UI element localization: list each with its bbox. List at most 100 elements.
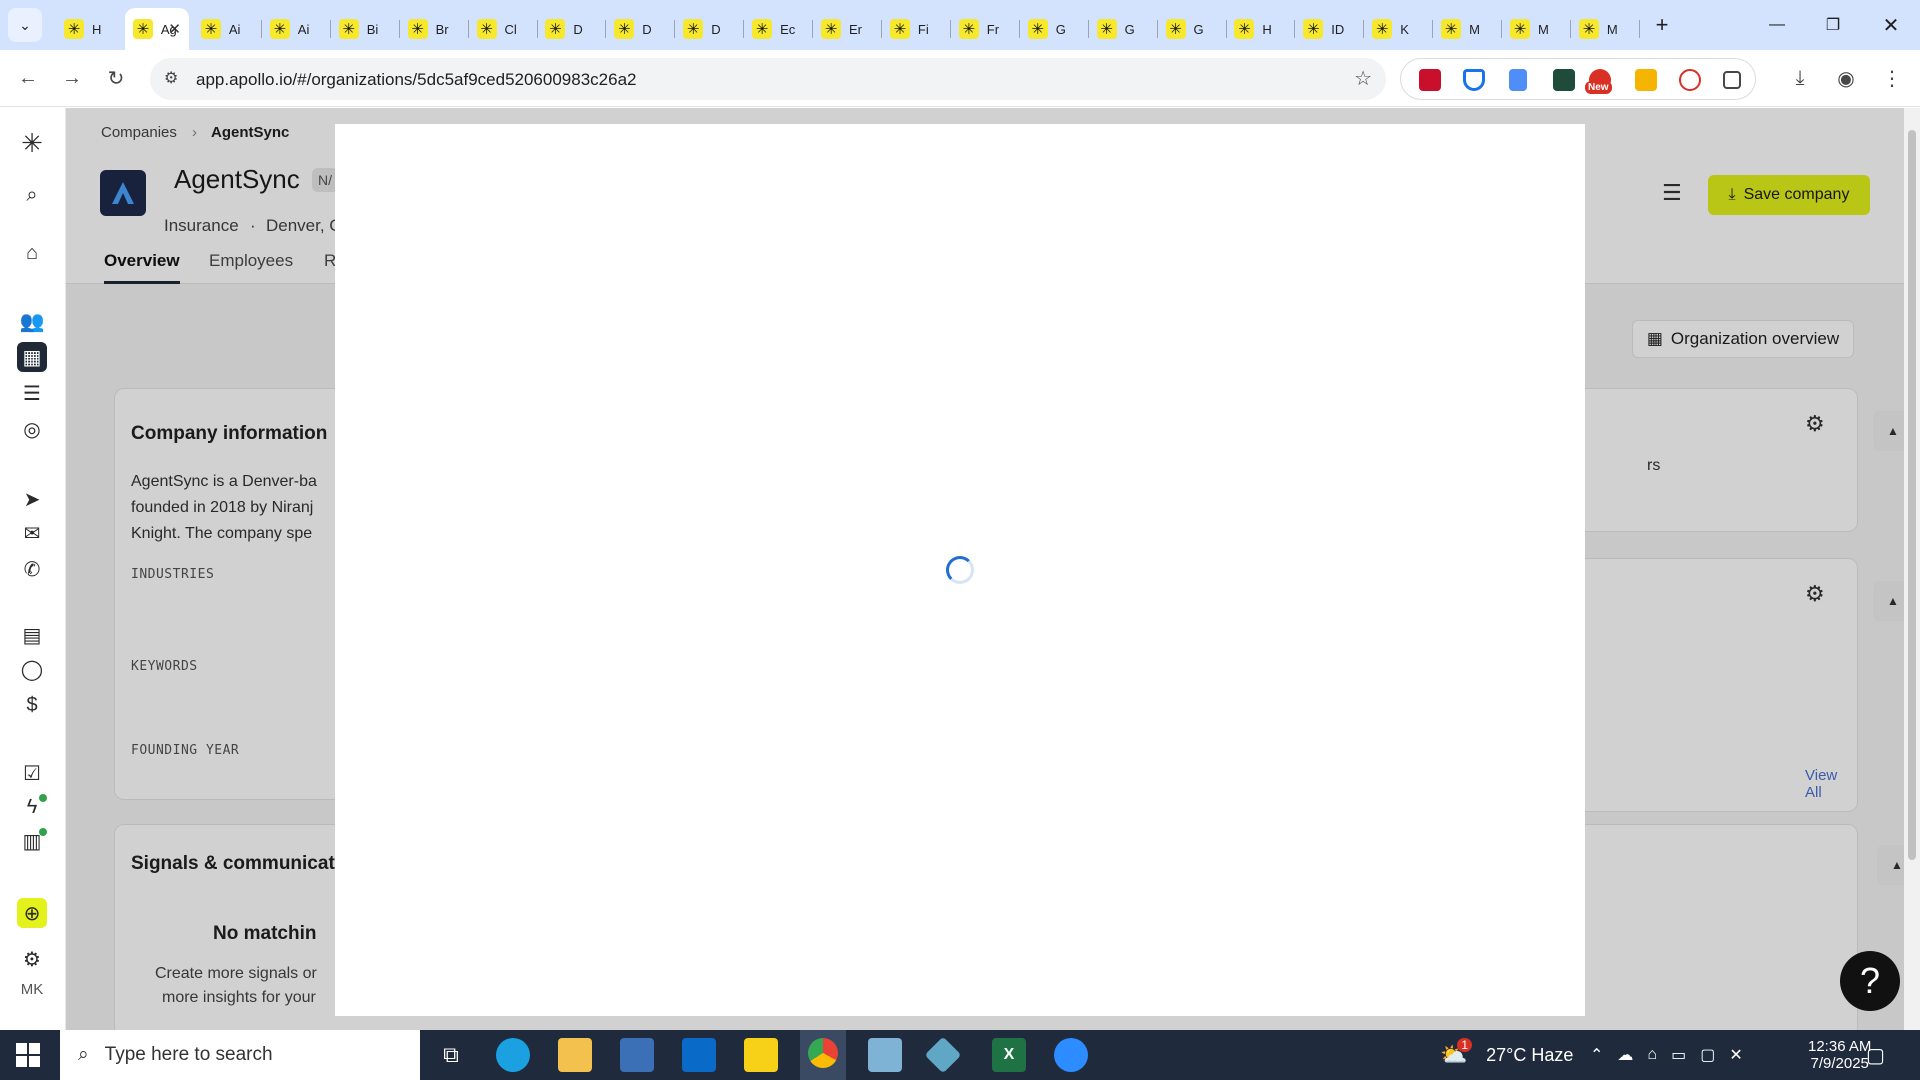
scrollbar-thumb[interactable] [1908, 130, 1916, 860]
deals-dollar-icon[interactable]: $ [17, 690, 47, 720]
browser-tab[interactable]: ✳ ID [1295, 8, 1363, 50]
loading-spinner-icon [946, 556, 974, 584]
apollo-favicon-icon: ✳ [1372, 19, 1393, 39]
puzzle-extensions-icon[interactable] [1723, 71, 1741, 89]
volume-mute-icon[interactable]: ✕ [1729, 1045, 1742, 1065]
browser-tab[interactable]: ✳ D [606, 8, 674, 50]
network-icon[interactable]: ⌂ [1647, 1046, 1657, 1064]
onedrive-icon[interactable]: ☁ [1617, 1045, 1633, 1065]
intent-icon[interactable]: ◎ [17, 414, 47, 444]
zoom-icon[interactable] [1054, 1038, 1088, 1072]
sticky-notes-icon[interactable] [744, 1038, 778, 1072]
app-icon-1[interactable] [868, 1038, 902, 1072]
app-icon-2[interactable] [924, 1036, 962, 1074]
tab-title: D [573, 21, 583, 37]
browser-tab[interactable]: ✳ H [1226, 8, 1294, 50]
conversations-chat-icon[interactable]: ◯ [17, 654, 47, 684]
meetings-calendar-icon[interactable]: ▤ [17, 620, 47, 650]
browser-tab[interactable]: ✳ D [537, 8, 605, 50]
browser-tab[interactable]: ✳ G [1158, 8, 1226, 50]
browser-tab[interactable]: ✳ Ai [193, 8, 261, 50]
analytics-chart-icon[interactable]: ▥ [17, 826, 47, 856]
browser-tab[interactable]: ✳ Cl [469, 8, 537, 50]
close-window-icon[interactable]: ✕ [1876, 10, 1906, 40]
bookmark-star-icon[interactable]: ☆ [1354, 66, 1372, 91]
browser-tab[interactable]: ✳ K [1364, 8, 1432, 50]
workflows-bolt-icon[interactable]: ϟ [17, 792, 47, 822]
search-icon[interactable]: ⌕ [17, 180, 47, 210]
tab-title: Er [849, 21, 862, 37]
tab-search-dropdown[interactable]: ⌄ [8, 8, 42, 42]
browser-tab[interactable]: ✳ Ec [744, 8, 812, 50]
windows-start-icon[interactable] [16, 1043, 40, 1067]
browser-tab[interactable]: ✳ Bi [331, 8, 399, 50]
browser-tab[interactable]: ✳ G [1020, 8, 1088, 50]
browser-tab[interactable]: ✳ Er [813, 8, 881, 50]
browser-tab[interactable]: ✳ Fi [882, 8, 950, 50]
excel-icon[interactable]: X [992, 1038, 1026, 1072]
browser-tab[interactable]: ✳ Br [400, 8, 468, 50]
red-circle-extension-icon[interactable] [1679, 69, 1701, 91]
forward-arrow-icon[interactable]: → [56, 62, 88, 94]
file-explorer-icon[interactable] [558, 1038, 592, 1072]
battery-icon[interactable]: ▭ [1671, 1045, 1686, 1065]
lists-icon[interactable]: ☰ [17, 378, 47, 408]
companies-icon[interactable]: ▦ [17, 342, 47, 372]
address-bar[interactable]: ⚙ app.apollo.io/#/organizations/5dc5af9c… [150, 58, 1386, 100]
home-icon[interactable]: ⌂ [17, 238, 47, 268]
sequences-send-icon[interactable]: ➤ [17, 484, 47, 514]
tray-chevron-icon[interactable]: ⌃ [1590, 1045, 1603, 1065]
tasks-check-icon[interactable]: ☑ [17, 758, 47, 788]
reload-icon[interactable]: ↻ [100, 62, 132, 94]
emails-icon[interactable]: ✉ [17, 518, 47, 548]
microsoft-store-icon[interactable] [620, 1038, 654, 1072]
apollo-favicon-icon: ✳ [476, 19, 497, 39]
browser-tab[interactable]: ✳ D [675, 8, 743, 50]
browser-tab[interactable]: ✳ Ai [262, 8, 330, 50]
minimize-icon[interactable]: — [1762, 10, 1792, 40]
user-avatar[interactable]: MK [17, 974, 47, 1004]
people-icon[interactable]: 👥 [17, 306, 47, 336]
back-arrow-icon[interactable]: ← [12, 62, 44, 94]
site-settings-icon[interactable]: ⚙ [164, 68, 178, 88]
apollo-favicon-icon: ✳ [132, 19, 153, 39]
settings-gear-icon[interactable]: ⚙ [17, 944, 47, 974]
new-tab-button[interactable]: + [1647, 10, 1677, 40]
chrome-taskbar-slot[interactable] [800, 1030, 846, 1080]
browser-tab[interactable]: ✳ G [1089, 8, 1157, 50]
shield-extension-icon[interactable] [1463, 69, 1485, 91]
invite-user-icon[interactable]: ⊕ [17, 898, 47, 928]
url-text[interactable]: app.apollo.io/#/organizations/5dc5af9ced… [196, 70, 636, 90]
extensions-bar: New [1400, 58, 1756, 100]
browser-tab[interactable]: ✳ M [1571, 8, 1639, 50]
help-button[interactable]: ? [1840, 951, 1900, 1011]
calls-phone-icon[interactable]: ✆ [17, 554, 47, 584]
vertical-scrollbar[interactable] [1904, 108, 1920, 1030]
task-view-icon[interactable]: ⧉ [434, 1038, 468, 1072]
notifications-icon[interactable]: ▢ [1866, 1030, 1885, 1080]
close-tab-icon[interactable]: ✕ [168, 20, 181, 38]
browser-tab[interactable]: ✳ M [1433, 8, 1501, 50]
color-extension-icon[interactable] [1635, 69, 1657, 91]
download-icon[interactable]: ⤓ [1784, 62, 1816, 94]
profile-icon[interactable]: ◉ [1830, 62, 1862, 94]
edge-browser-icon[interactable] [496, 1038, 530, 1072]
restore-icon[interactable]: ❐ [1818, 10, 1848, 40]
browser-tab[interactable]: ✳ H [56, 8, 124, 50]
browser-tab[interactable]: ✳ Fr [951, 8, 1019, 50]
display-icon[interactable]: ▢ [1700, 1045, 1715, 1065]
apollo-favicon-icon: ✳ [1510, 19, 1530, 39]
weather-widget[interactable]: ⛅ 1 27°C Haze [1440, 1030, 1573, 1080]
tab-title: D [642, 21, 652, 37]
taskbar-search[interactable]: ⌕ Type here to search [60, 1030, 420, 1080]
mail-icon[interactable] [682, 1038, 716, 1072]
browser-tab[interactable]: ✳ Ag ✕ [124, 8, 189, 50]
chrome-menu-icon[interactable]: ⋮ [1876, 62, 1908, 94]
pdf-extension-icon[interactable] [1419, 69, 1441, 91]
tab-title: D [711, 21, 721, 37]
browser-tab[interactable]: ✳ M [1502, 8, 1570, 50]
apollo-logo-icon[interactable]: ✳ [17, 128, 47, 158]
wallet-extension-icon[interactable] [1553, 69, 1575, 91]
document-extension-icon[interactable] [1509, 69, 1527, 91]
clock[interactable]: 12:36 AM 7/9/2025 [1808, 1030, 1871, 1080]
